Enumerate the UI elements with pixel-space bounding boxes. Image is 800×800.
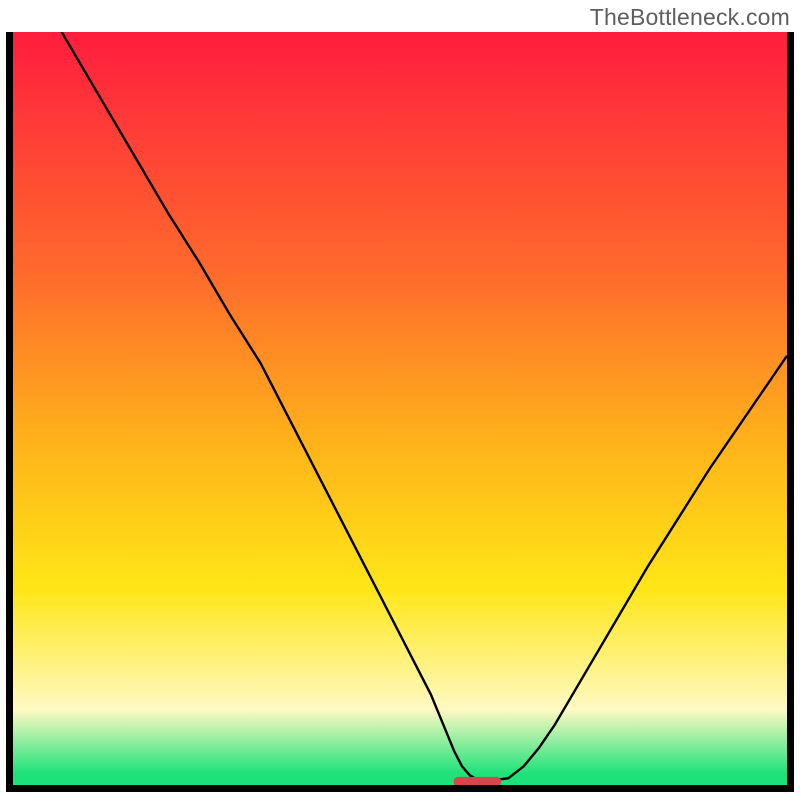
axis-right [787, 32, 794, 792]
watermark-text: TheBottleneck.com [590, 4, 790, 31]
bottleneck-chart [6, 32, 794, 792]
axis-bottom [6, 785, 794, 792]
axis-left [6, 32, 13, 792]
chart-container [6, 32, 794, 792]
